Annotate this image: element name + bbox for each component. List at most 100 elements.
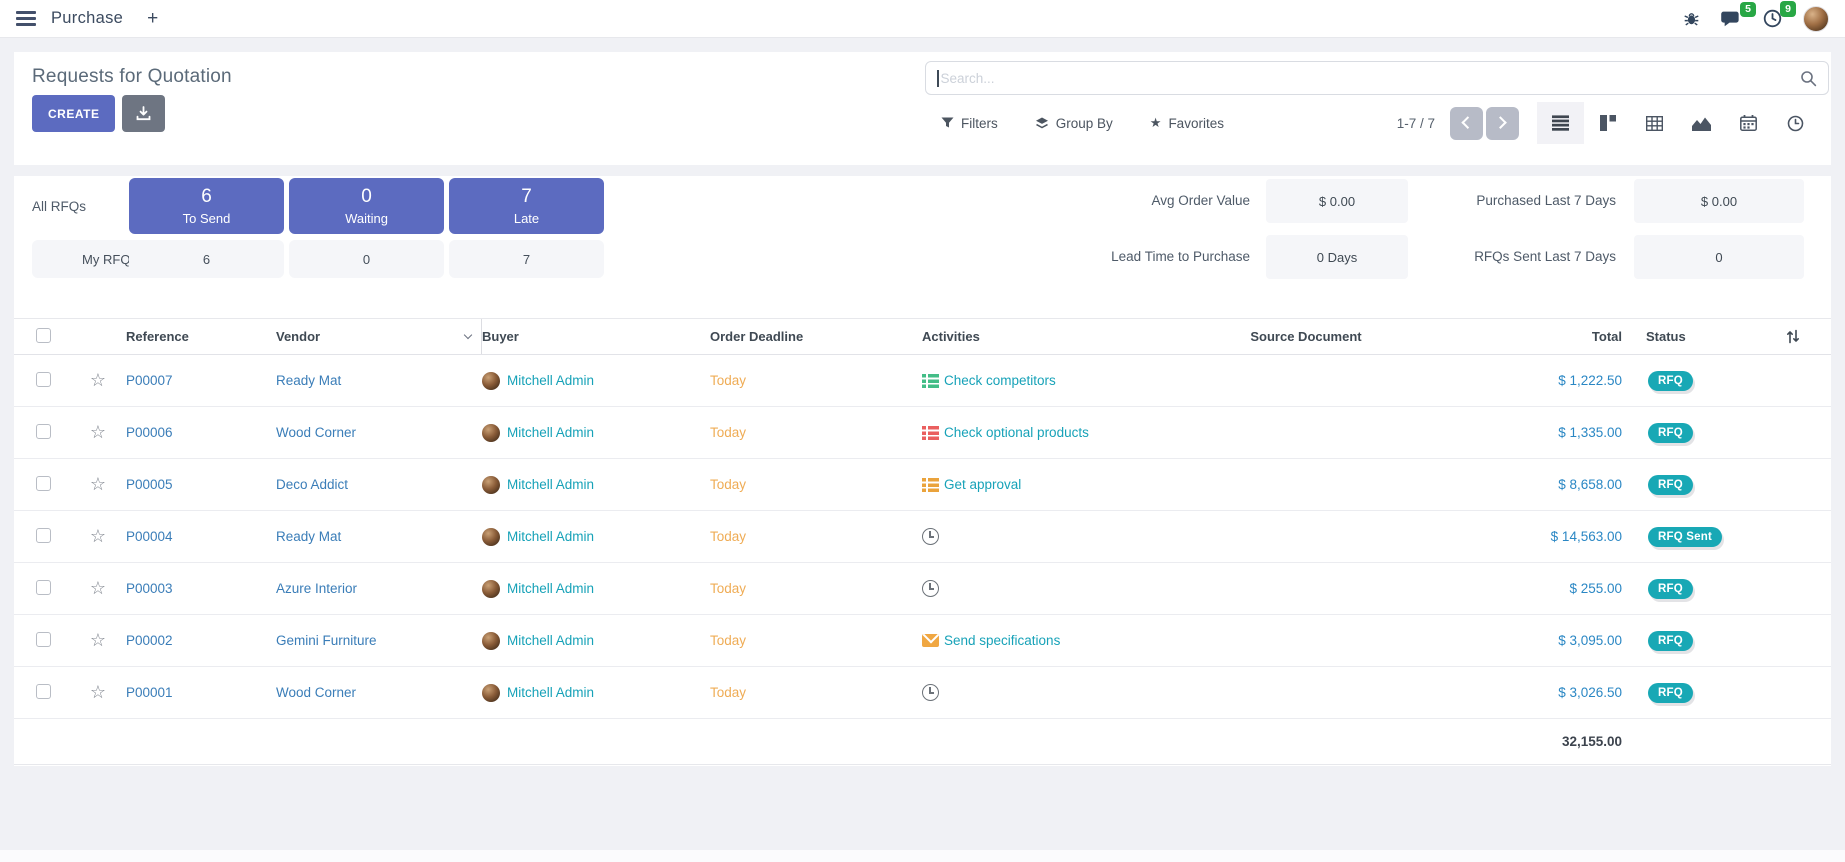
kpi-waiting[interactable]: 0 Waiting	[289, 178, 444, 234]
star-icon[interactable]: ☆	[70, 474, 126, 495]
reference-link[interactable]: P00002	[126, 633, 276, 648]
search-bar[interactable]	[925, 61, 1829, 95]
buyer-cell[interactable]: Mitchell Admin	[482, 476, 710, 494]
buyer-cell[interactable]: Mitchell Admin	[482, 528, 710, 546]
activity-clock-icon[interactable]	[922, 684, 939, 701]
vendor-link[interactable]: Deco Addict	[276, 477, 482, 492]
table-row[interactable]: ☆ P00001 Wood Corner Mitchell Admin Toda…	[14, 667, 1831, 719]
activity-cell[interactable]: Send specifications	[910, 633, 1150, 648]
vendor-link[interactable]: Wood Corner	[276, 425, 482, 440]
create-button[interactable]: CREATE	[32, 95, 115, 132]
import-records-button[interactable]	[122, 95, 165, 132]
vendor-link[interactable]: Ready Mat	[276, 529, 482, 544]
new-tab-icon[interactable]: +	[147, 9, 158, 28]
row-checkbox[interactable]	[36, 424, 51, 439]
row-checkbox[interactable]	[36, 528, 51, 543]
star-icon[interactable]: ☆	[70, 682, 126, 703]
activity-cell[interactable]	[910, 528, 1150, 545]
row-checkbox[interactable]	[36, 476, 51, 491]
activity-label[interactable]: Check optional products	[944, 425, 1089, 440]
activity-icon[interactable]	[922, 374, 939, 388]
select-all-checkbox[interactable]	[36, 328, 51, 343]
search-input[interactable]	[941, 71, 1801, 86]
reference-link[interactable]: P00004	[126, 529, 276, 544]
reference-link[interactable]: P00007	[126, 373, 276, 388]
app-name[interactable]: Purchase	[51, 9, 123, 28]
search-icon[interactable]	[1800, 70, 1817, 87]
view-activity-button[interactable]	[1772, 102, 1819, 144]
buyer-cell[interactable]: Mitchell Admin	[482, 684, 710, 702]
row-checkbox[interactable]	[36, 372, 51, 387]
activity-cell[interactable]: Check optional products	[910, 425, 1150, 440]
lead-time-tile[interactable]: 0 Days	[1266, 235, 1408, 279]
activity-cell[interactable]: Check competitors	[910, 373, 1150, 388]
buyer-cell[interactable]: Mitchell Admin	[482, 580, 710, 598]
table-row[interactable]: ☆ P00007 Ready Mat Mitchell Admin Today …	[14, 355, 1831, 407]
activity-icon[interactable]	[922, 478, 939, 492]
messages-icon[interactable]: 5	[1721, 10, 1742, 28]
my-to-send-tile[interactable]: 6	[129, 240, 284, 278]
activity-cell[interactable]: Get approval	[910, 477, 1150, 492]
header-vendor[interactable]: Vendor	[276, 319, 482, 354]
pager-next-button[interactable]	[1486, 107, 1519, 140]
activity-label[interactable]: Get approval	[944, 477, 1021, 492]
vendor-link[interactable]: Wood Corner	[276, 685, 482, 700]
vendor-link[interactable]: Azure Interior	[276, 581, 482, 596]
debug-bug-icon[interactable]	[1683, 10, 1700, 27]
reference-link[interactable]: P00005	[126, 477, 276, 492]
apps-menu-icon[interactable]	[16, 11, 36, 26]
activity-clock-icon[interactable]	[922, 528, 939, 545]
view-pivot-button[interactable]	[1631, 102, 1678, 144]
view-graph-button[interactable]	[1678, 102, 1725, 144]
star-icon[interactable]: ☆	[70, 370, 126, 391]
table-row[interactable]: ☆ P00003 Azure Interior Mitchell Admin T…	[14, 563, 1831, 615]
kpi-to-send[interactable]: 6 To Send	[129, 178, 284, 234]
buyer-cell[interactable]: Mitchell Admin	[482, 372, 710, 390]
row-checkbox[interactable]	[36, 684, 51, 699]
header-buyer[interactable]: Buyer	[482, 329, 710, 344]
table-row[interactable]: ☆ P00006 Wood Corner Mitchell Admin Toda…	[14, 407, 1831, 459]
buyer-cell[interactable]: Mitchell Admin	[482, 424, 710, 442]
row-checkbox[interactable]	[36, 632, 51, 647]
buyer-cell[interactable]: Mitchell Admin	[482, 632, 710, 650]
star-icon[interactable]: ☆	[70, 422, 126, 443]
activity-mail-icon[interactable]	[922, 634, 939, 647]
activities-clock-icon[interactable]: 9	[1763, 9, 1782, 28]
header-order-deadline[interactable]: Order Deadline	[710, 329, 910, 344]
view-kanban-button[interactable]	[1584, 102, 1631, 144]
vendor-link[interactable]: Gemini Furniture	[276, 633, 482, 648]
purchased-last-7-days-tile[interactable]: $ 0.00	[1634, 179, 1804, 223]
activity-label[interactable]: Check competitors	[944, 373, 1056, 388]
header-total[interactable]: Total	[1462, 329, 1634, 344]
kpi-late[interactable]: 7 Late	[449, 178, 604, 234]
rfqs-sent-last-7-days-tile[interactable]: 0	[1634, 235, 1804, 279]
filters-menu[interactable]: Filters	[941, 115, 998, 131]
my-late-tile[interactable]: 7	[449, 240, 604, 278]
view-list-button[interactable]	[1537, 102, 1584, 144]
activity-clock-icon[interactable]	[922, 580, 939, 597]
star-icon[interactable]: ☆	[70, 578, 126, 599]
star-icon[interactable]: ☆	[70, 630, 126, 651]
reference-link[interactable]: P00001	[126, 685, 276, 700]
activity-cell[interactable]	[910, 684, 1150, 701]
group-by-menu[interactable]: Group By	[1035, 115, 1113, 131]
star-icon[interactable]: ☆	[70, 526, 126, 547]
header-reference[interactable]: Reference	[126, 329, 276, 344]
header-source-document[interactable]: Source Document	[1150, 329, 1462, 344]
my-waiting-tile[interactable]: 0	[289, 240, 444, 278]
activity-icon[interactable]	[922, 426, 939, 440]
row-checkbox[interactable]	[36, 580, 51, 595]
view-calendar-button[interactable]	[1725, 102, 1772, 144]
table-row[interactable]: ☆ P00002 Gemini Furniture Mitchell Admin…	[14, 615, 1831, 667]
vendor-link[interactable]: Ready Mat	[276, 373, 482, 388]
adjust-columns-icon[interactable]	[1786, 329, 1800, 344]
table-row[interactable]: ☆ P00004 Ready Mat Mitchell Admin Today …	[14, 511, 1831, 563]
header-status[interactable]: Status	[1634, 329, 1754, 344]
pager-previous-button[interactable]	[1450, 107, 1483, 140]
activity-label[interactable]: Send specifications	[944, 633, 1060, 648]
favorites-menu[interactable]: ★ Favorites	[1150, 115, 1224, 131]
table-row[interactable]: ☆ P00005 Deco Addict Mitchell Admin Toda…	[14, 459, 1831, 511]
header-activities[interactable]: Activities	[910, 329, 1150, 344]
sort-chevron-down-icon[interactable]	[464, 330, 472, 338]
reference-link[interactable]: P00003	[126, 581, 276, 596]
